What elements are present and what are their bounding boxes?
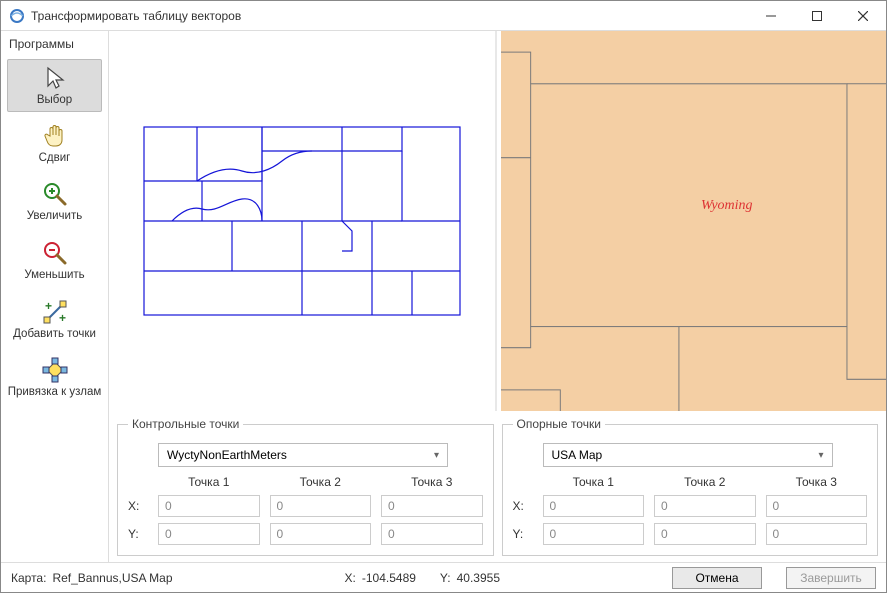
cp-x2-input[interactable] [270, 495, 372, 517]
col-header: Точка 3 [381, 475, 483, 489]
x-axis-label: X: [128, 499, 148, 513]
app-icon [9, 8, 25, 24]
control-points-legend: Контрольные точки [128, 417, 243, 431]
minimize-button[interactable] [748, 1, 794, 31]
col-header: Точка 1 [543, 475, 645, 489]
rp-x2-input[interactable] [654, 495, 756, 517]
control-layer-select[interactable]: WyctyNonEarthMeters ▾ [158, 443, 448, 467]
finish-button[interactable]: Завершить [786, 567, 876, 589]
cp-y3-input[interactable] [381, 523, 483, 545]
tool-zoom-in[interactable]: Увеличить [5, 174, 104, 229]
cp-y1-input[interactable] [158, 523, 260, 545]
col-header: Точка 3 [766, 475, 868, 489]
x-axis-label: X: [513, 499, 533, 513]
tool-label: Выбор [37, 94, 72, 107]
status-x-value: -104.5489 [362, 571, 416, 585]
tool-label: Сдвиг [39, 152, 71, 165]
svg-text:+: + [45, 299, 52, 313]
select-value: USA Map [552, 448, 603, 462]
y-axis-label: Y: [128, 527, 148, 541]
rp-y3-input[interactable] [766, 523, 868, 545]
cancel-button[interactable]: Отмена [672, 567, 762, 589]
rp-x1-input[interactable] [543, 495, 645, 517]
tool-label: Привязка к узлам [8, 386, 102, 399]
status-bar: Карта: Ref_Bannus,USA Map X: -104.5489 Y… [1, 562, 886, 592]
control-points-panel: Контрольные точки WyctyNonEarthMeters ▾ … [117, 417, 494, 556]
tool-snap-nodes[interactable]: Привязка к узлам [5, 350, 104, 405]
cp-y2-input[interactable] [270, 523, 372, 545]
status-y-label: Y: [440, 571, 451, 585]
window-title: Трансформировать таблицу векторов [31, 9, 748, 23]
y-axis-label: Y: [513, 527, 533, 541]
reference-points-legend: Опорные точки [513, 417, 605, 431]
chevron-down-icon: ▾ [818, 450, 823, 461]
col-header: Точка 2 [270, 475, 372, 489]
col-header: Точка 2 [654, 475, 756, 489]
reference-layer-select[interactable]: USA Map ▾ [543, 443, 833, 467]
add-points-icon: ++ [41, 298, 69, 326]
rp-x3-input[interactable] [766, 495, 868, 517]
snap-icon [41, 356, 69, 384]
reference-points-panel: Опорные точки USA Map ▾ Точка 1 Точка 2 … [502, 417, 879, 556]
tool-zoom-out[interactable]: Уменьшить [5, 233, 104, 288]
close-button[interactable] [840, 1, 886, 31]
hand-icon [41, 122, 69, 150]
status-map-label: Карта: [11, 571, 46, 585]
tool-select[interactable]: Выбор [7, 59, 102, 112]
region-label: Wyoming [701, 198, 753, 214]
tool-sidebar: Программы Выбор Сдвиг Увеличить Уменьшит… [1, 31, 109, 562]
tool-label: Добавить точки [13, 328, 96, 341]
status-x-label: X: [345, 571, 356, 585]
chevron-down-icon: ▾ [434, 450, 439, 461]
zoom-in-icon [41, 180, 69, 208]
cp-x1-input[interactable] [158, 495, 260, 517]
vector-preview [142, 121, 462, 321]
tool-add-points[interactable]: ++ Добавить точки [5, 292, 104, 347]
status-y-value: 40.3955 [457, 571, 500, 585]
svg-text:+: + [59, 311, 66, 325]
cursor-icon [41, 64, 69, 92]
status-map-value: Ref_Bannus,USA Map [52, 571, 172, 585]
titlebar: Трансформировать таблицу векторов [1, 1, 886, 31]
tool-label: Увеличить [27, 210, 82, 223]
rp-y1-input[interactable] [543, 523, 645, 545]
sidebar-header: Программы [1, 31, 108, 57]
rp-y2-input[interactable] [654, 523, 756, 545]
zoom-out-icon [41, 239, 69, 267]
reference-map-svg [501, 31, 887, 411]
reference-map-view[interactable]: Wyoming [501, 31, 887, 411]
maximize-button[interactable] [794, 1, 840, 31]
col-header: Точка 1 [158, 475, 260, 489]
cp-x3-input[interactable] [381, 495, 483, 517]
select-value: WyctyNonEarthMeters [167, 448, 287, 462]
source-map-view[interactable] [109, 31, 497, 411]
tool-label: Уменьшить [24, 269, 84, 282]
tool-pan[interactable]: Сдвиг [5, 116, 104, 171]
